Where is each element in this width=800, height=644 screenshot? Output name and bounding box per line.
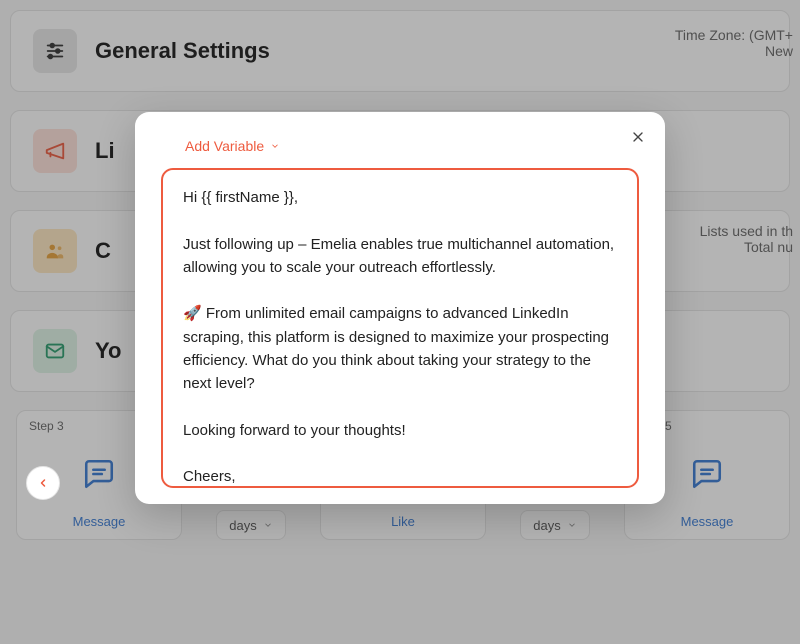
chevron-down-icon — [270, 141, 280, 151]
close-button[interactable] — [627, 126, 649, 148]
add-variable-label: Add Variable — [185, 138, 264, 154]
close-icon — [630, 129, 646, 145]
add-variable-button[interactable]: Add Variable — [185, 138, 280, 154]
modal-overlay[interactable]: Add Variable Hi {{ firstName }}, Just fo… — [0, 0, 800, 644]
message-body-editor[interactable]: Hi {{ firstName }}, Just following up – … — [161, 168, 639, 488]
steps-prev-button[interactable] — [26, 466, 60, 500]
message-editor-modal: Add Variable Hi {{ firstName }}, Just fo… — [135, 112, 665, 504]
